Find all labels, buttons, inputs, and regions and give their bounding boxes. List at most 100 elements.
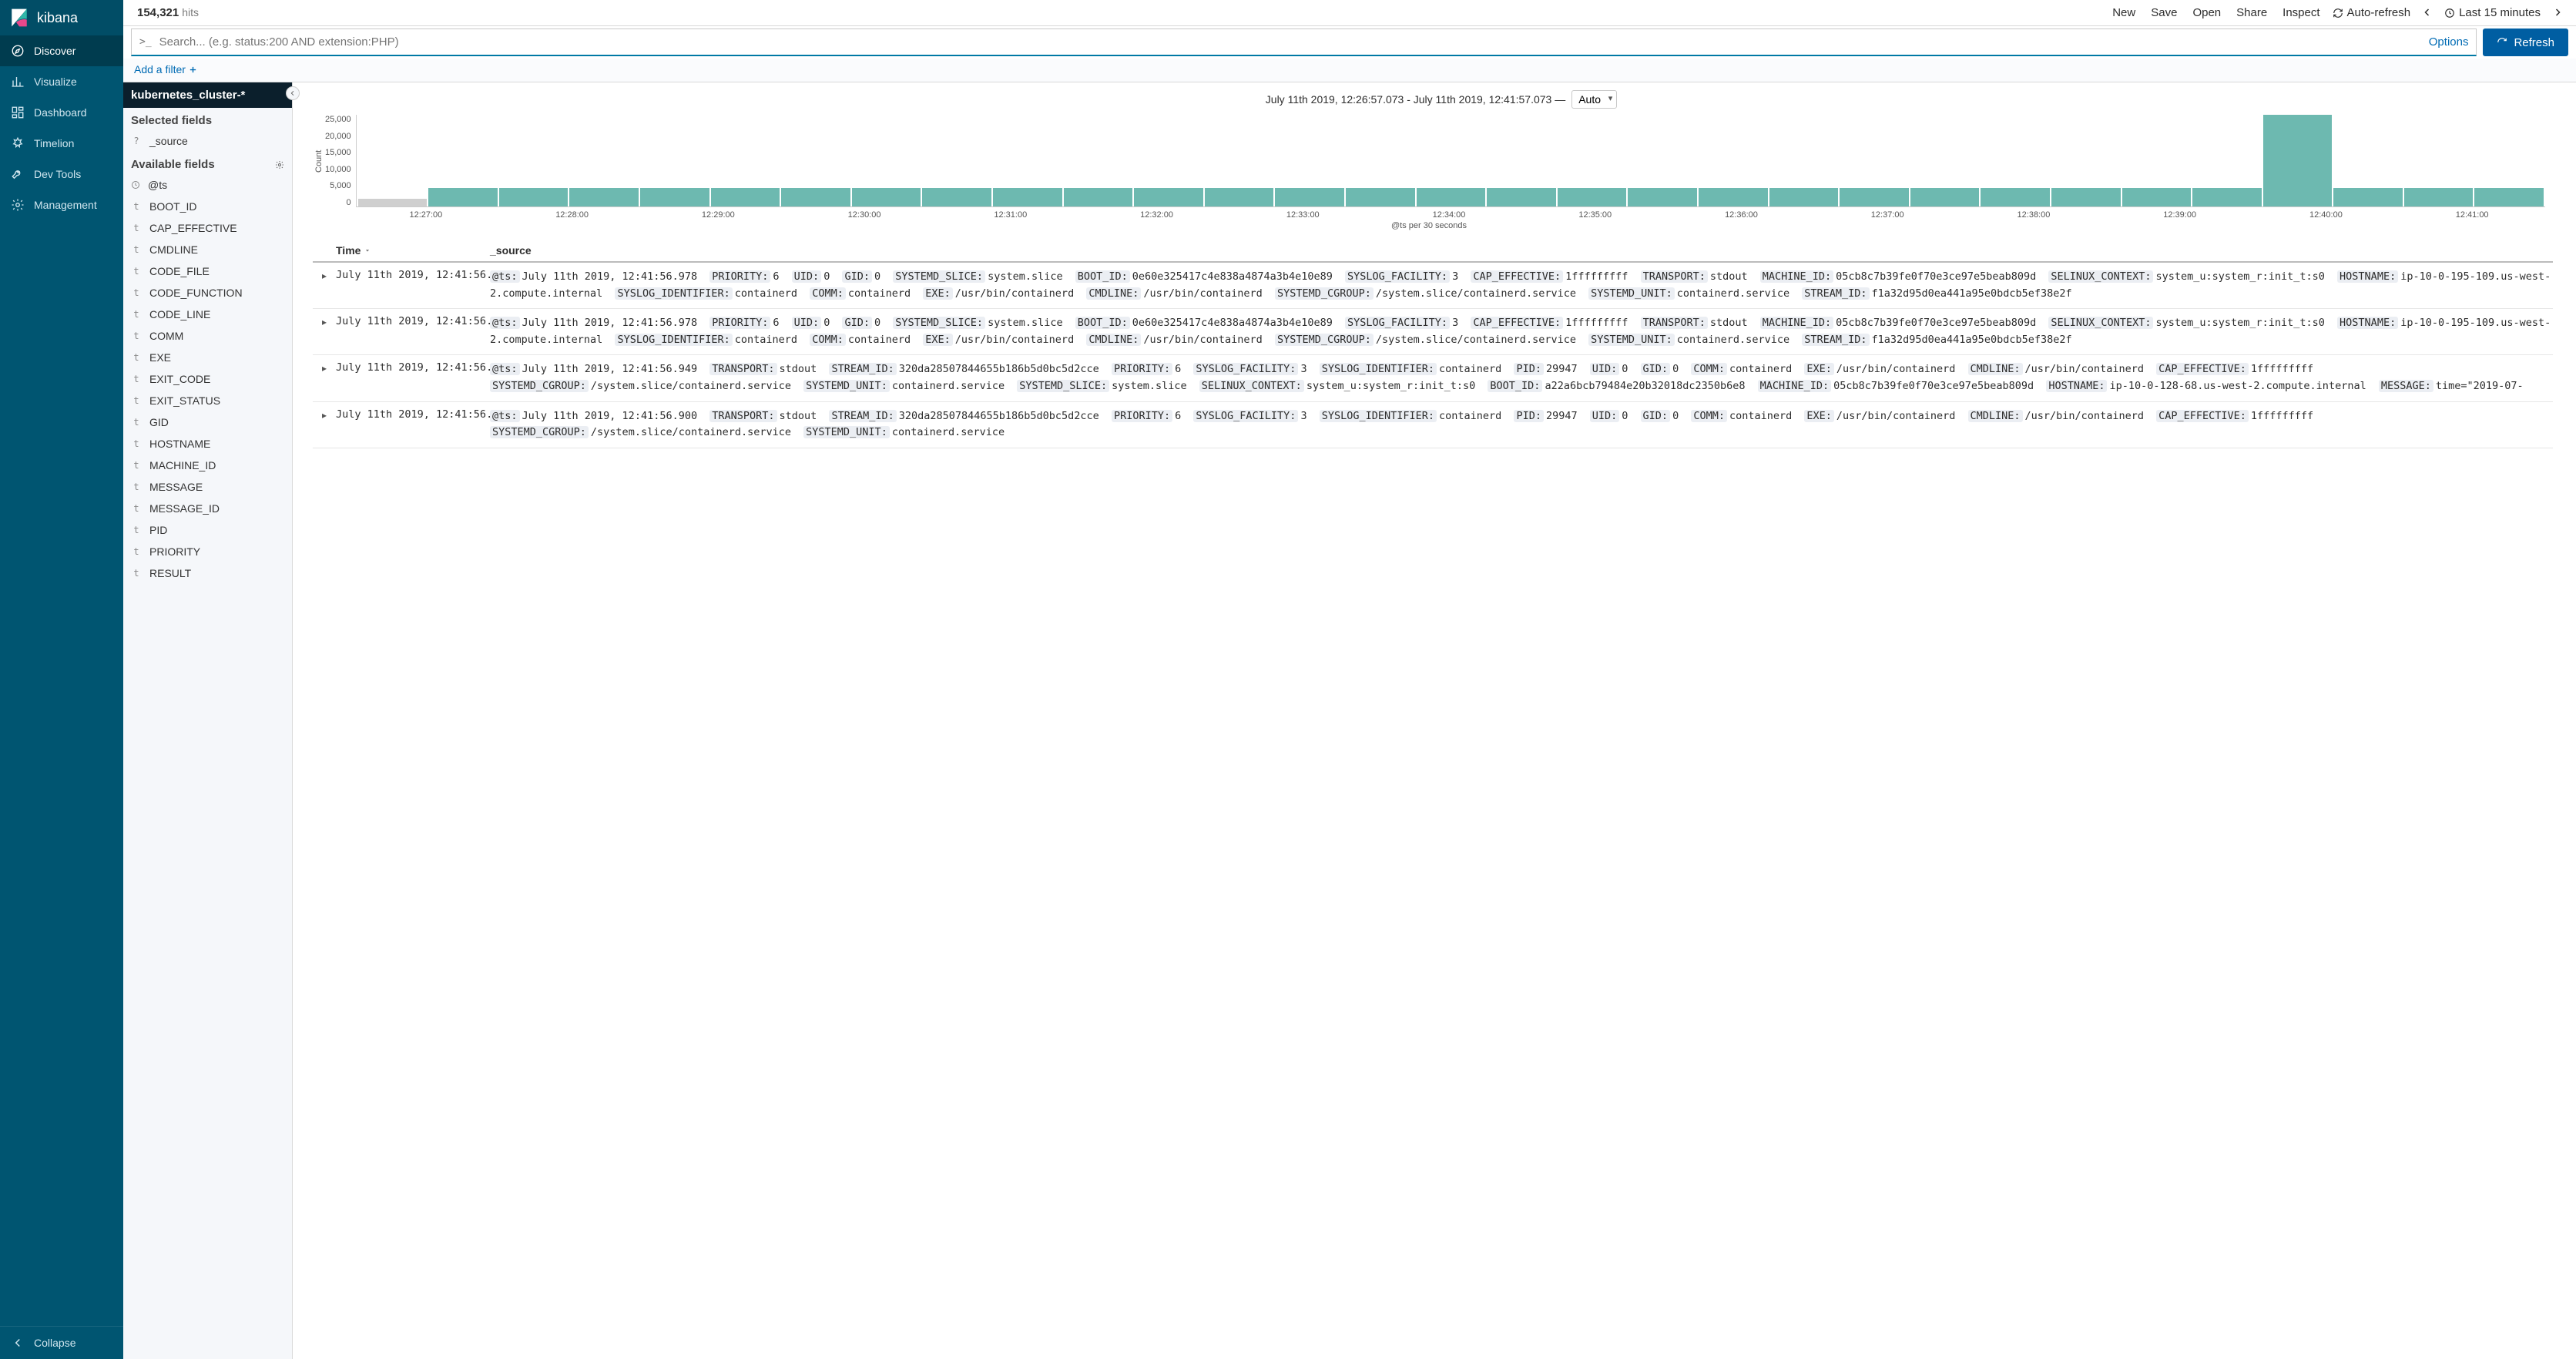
field-key[interactable]: SYSLOG_IDENTIFIER: <box>1320 410 1437 422</box>
field-key[interactable]: SYSLOG_IDENTIFIER: <box>615 334 732 346</box>
field-row[interactable]: tBOOT_ID <box>123 196 292 217</box>
field-key[interactable]: SYSTEMD_SLICE: <box>893 270 985 283</box>
histogram-bar[interactable] <box>569 188 639 206</box>
gear-icon[interactable] <box>275 160 284 169</box>
field-row[interactable]: tPRIORITY <box>123 541 292 562</box>
histogram-bar[interactable] <box>1628 188 1697 206</box>
histogram-bar[interactable] <box>1769 188 1839 206</box>
field-key[interactable]: PRIORITY: <box>1112 363 1172 375</box>
field-key[interactable]: SYSLOG_FACILITY: <box>1345 270 1450 283</box>
field-key[interactable]: SYSTEMD_UNIT: <box>803 380 890 392</box>
field-row[interactable]: tCODE_FUNCTION <box>123 282 292 304</box>
field-key[interactable]: MACHINE_ID: <box>1760 317 1833 329</box>
histogram-bars[interactable] <box>356 115 2545 207</box>
field-key[interactable]: SYSLOG_IDENTIFIER: <box>1320 363 1437 375</box>
histogram-bar[interactable] <box>1840 188 1909 206</box>
histogram-bar[interactable] <box>2051 188 2121 206</box>
field-row[interactable]: tEXE <box>123 347 292 368</box>
field-key[interactable]: SYSTEMD_CGROUP: <box>490 426 589 438</box>
field-key[interactable]: CMDLINE: <box>1086 334 1141 346</box>
histogram-bar[interactable] <box>1275 188 1344 206</box>
field-key[interactable]: COMM: <box>1691 410 1727 422</box>
histogram-bar[interactable] <box>499 188 569 206</box>
field-key[interactable]: CMDLINE: <box>1968 363 2023 375</box>
field-key[interactable]: @ts: <box>490 410 520 422</box>
field-key[interactable]: @ts: <box>490 270 520 283</box>
field-key[interactable]: SELINUX_CONTEXT: <box>1199 380 1304 392</box>
field-key[interactable]: SYSTEMD_CGROUP: <box>1275 334 1374 346</box>
topbar-inspect[interactable]: Inspect <box>2279 5 2323 21</box>
index-pattern-name[interactable]: kubernetes_cluster-* <box>123 82 292 108</box>
histogram-bar[interactable] <box>1134 188 1203 206</box>
field-key[interactable]: CAP_EFFECTIVE: <box>1471 270 1563 283</box>
collapse-fields-button[interactable] <box>286 86 300 100</box>
time-picker[interactable]: Last 15 minutes <box>2444 6 2541 19</box>
field-row[interactable]: tHOSTNAME <box>123 433 292 455</box>
field-key[interactable]: MACHINE_ID: <box>1760 270 1833 283</box>
topbar-autorefresh[interactable]: Auto-refresh <box>2333 6 2411 19</box>
histogram-bar[interactable] <box>1699 188 1768 206</box>
field-key[interactable]: CAP_EFFECTIVE: <box>2156 410 2249 422</box>
field-key[interactable]: SELINUX_CONTEXT: <box>2048 317 2153 329</box>
field-key[interactable]: SYSTEMD_UNIT: <box>1588 287 1675 300</box>
field-key[interactable]: GID: <box>1641 363 1671 375</box>
histogram-bar[interactable] <box>358 199 428 206</box>
field-key[interactable]: SYSTEMD_CGROUP: <box>490 380 589 392</box>
field-ts[interactable]: @ts <box>123 174 292 196</box>
search-input[interactable] <box>159 29 2421 55</box>
field-key[interactable]: SELINUX_CONTEXT: <box>2048 270 2153 283</box>
topbar-new[interactable]: New <box>2109 5 2138 21</box>
field-row[interactable]: tGID <box>123 411 292 433</box>
field-key[interactable]: SYSTEMD_UNIT: <box>803 426 890 438</box>
add-filter-button[interactable]: Add a filter <box>134 63 197 76</box>
interval-select[interactable]: Auto <box>1571 90 1617 109</box>
field-row[interactable]: tCODE_LINE <box>123 304 292 325</box>
histogram-bar[interactable] <box>1910 188 1980 206</box>
field-key[interactable]: HOSTNAME: <box>2337 270 2398 283</box>
histogram-bar[interactable] <box>1417 188 1486 206</box>
field-key[interactable]: SYSLOG_FACILITY: <box>1193 363 1298 375</box>
field-key[interactable]: UID: <box>1590 363 1620 375</box>
time-prev[interactable] <box>2420 7 2435 19</box>
field-key[interactable]: STREAM_ID: <box>829 410 896 422</box>
field-key[interactable]: HOSTNAME: <box>2046 380 2107 392</box>
histogram-bar[interactable] <box>2333 188 2403 206</box>
field-key[interactable]: CMDLINE: <box>1968 410 2023 422</box>
field-key[interactable]: UID: <box>1590 410 1620 422</box>
histogram-bar[interactable] <box>922 188 991 206</box>
field-row[interactable]: tMESSAGE_ID <box>123 498 292 519</box>
histogram-chart[interactable]: Count 25,00020,00015,00010,0005,0000 12:… <box>307 112 2576 233</box>
histogram-bar[interactable] <box>2122 188 2192 206</box>
field-row[interactable]: tRESULT <box>123 562 292 584</box>
histogram-bar[interactable] <box>993 188 1062 206</box>
histogram-bar[interactable] <box>711 188 780 206</box>
histogram-bar[interactable] <box>852 188 921 206</box>
histogram-bar[interactable] <box>2192 188 2262 206</box>
histogram-bar[interactable] <box>1487 188 1556 206</box>
field-key[interactable]: SYSTEMD_SLICE: <box>1017 380 1109 392</box>
field-row[interactable]: tCMDLINE <box>123 239 292 260</box>
field-key[interactable]: EXE: <box>923 287 953 300</box>
nav-collapse[interactable]: Collapse <box>0 1326 123 1359</box>
refresh-button[interactable]: Refresh <box>2483 29 2568 56</box>
histogram-bar[interactable] <box>1064 188 1133 206</box>
histogram-bar[interactable] <box>428 188 498 206</box>
field-key[interactable]: STREAM_ID: <box>829 363 896 375</box>
topbar-share[interactable]: Share <box>2233 5 2270 21</box>
field-key[interactable]: GID: <box>842 270 872 283</box>
nav-visualize[interactable]: Visualize <box>0 66 123 97</box>
search-box[interactable]: >_ Options <box>131 29 2477 56</box>
field-key[interactable]: PRIORITY: <box>1112 410 1172 422</box>
field-key[interactable]: CAP_EFFECTIVE: <box>2156 363 2249 375</box>
field-row[interactable]: tMACHINE_ID <box>123 455 292 476</box>
histogram-bar[interactable] <box>1558 188 1627 206</box>
brand-logo[interactable]: kibana <box>0 0 123 35</box>
field-key[interactable]: BOOT_ID: <box>1075 317 1130 329</box>
expand-row-button[interactable]: ▸ <box>313 269 336 302</box>
field-key[interactable]: PRIORITY: <box>709 270 770 283</box>
histogram-bar[interactable] <box>1981 188 2050 206</box>
field-key[interactable]: SYSTEMD_SLICE: <box>893 317 985 329</box>
field-row[interactable]: tEXIT_STATUS <box>123 390 292 411</box>
field-key[interactable]: STREAM_ID: <box>1802 334 1869 346</box>
topbar-save[interactable]: Save <box>2148 5 2180 21</box>
